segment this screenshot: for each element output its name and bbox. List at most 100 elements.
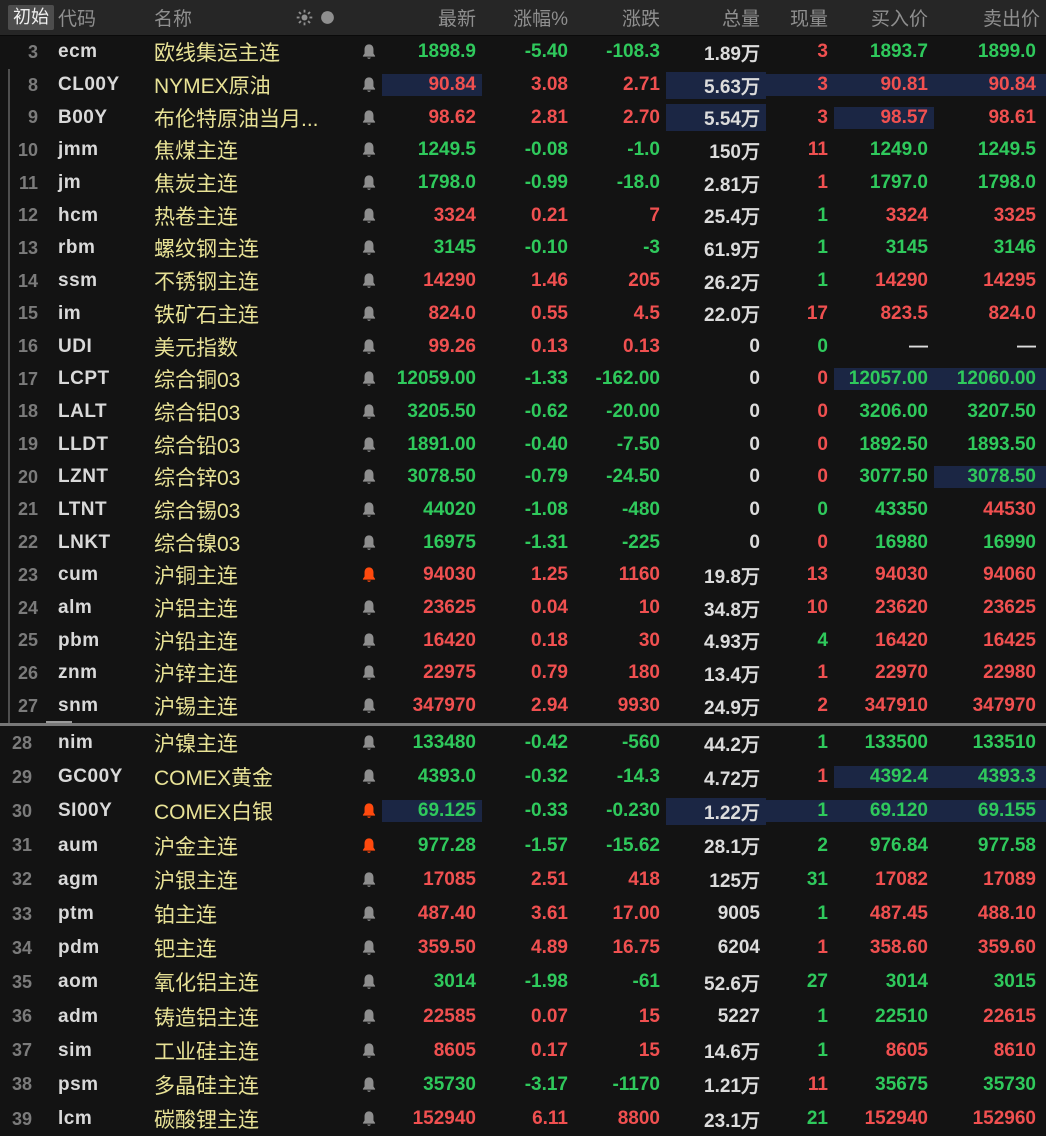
table-row[interactable]: 37 sim 工业硅主连 8605 0.17 15 14.6万 1 8605 8… [0,1034,1046,1068]
table-row[interactable]: 8 CL00Y NYMEX原油 90.84 3.08 2.71 5.63万 3 … [0,69,1046,102]
table-row[interactable]: 32 agm 沪银主连 17085 2.51 418 125万 31 17082… [0,863,1046,897]
table-row[interactable]: 19 LLDT 综合铅03 1891.00 -0.40 -7.50 0 0 18… [0,428,1046,461]
change-value: -0.230 [606,800,660,822]
alert-bell-icon[interactable] [356,207,382,225]
alert-bell-icon[interactable] [356,599,382,617]
alert-bell-icon[interactable] [356,403,382,421]
table-row[interactable]: 22 LNKT 综合镍03 16975 -1.31 -225 0 0 16980… [0,526,1046,559]
alert-bell-icon[interactable] [356,534,382,552]
table-row[interactable]: 24 alm 沪铝主连 23625 0.04 10 34.8万 10 23620… [0,592,1046,625]
alert-bell-icon[interactable] [356,1008,382,1026]
table-row[interactable]: 11 jm 焦炭主连 1798.0 -0.99 -18.0 2.81万 1 17… [0,167,1046,200]
table-row[interactable]: 28 nim 沪镍主连 133480 -0.42 -560 44.2万 1 13… [0,726,1046,760]
change-value: -20.00 [606,400,660,422]
sun-icon[interactable] [296,9,313,26]
table-row[interactable]: 25 pbm 沪铅主连 16420 0.18 30 4.93万 4 16420 … [0,624,1046,657]
alert-bell-icon[interactable] [356,109,382,127]
table-row[interactable]: 29 GC00Y COMEX黄金 4393.0 -0.32 -14.3 4.72… [0,760,1046,794]
table-row[interactable]: 16 UDI 美元指数 99.26 0.13 0.13 0 0 — — [0,330,1046,363]
column-header-initial[interactable]: 初始 [0,4,54,31]
alert-bell-icon[interactable] [356,973,382,991]
ask-price: 94060 [983,564,1036,586]
bid-price: 1249.0 [869,139,928,161]
instrument-name: 综合铜03 [154,369,241,393]
alert-bell-icon[interactable] [356,939,382,957]
alert-bell-icon[interactable] [356,566,382,584]
table-row[interactable]: 10 jmm 焦煤主连 1249.5 -0.08 -1.0 150万 11 12… [0,134,1046,167]
table-row[interactable]: 21 LTNT 综合锡03 44020 -1.08 -480 0 0 43350… [0,494,1046,527]
table-row[interactable]: 27 snm 沪锡主连 347970 2.94 9930 24.9万 2 347… [0,690,1046,723]
table-row[interactable]: 34 pdm 钯主连 359.50 4.89 16.75 6204 1 358.… [0,931,1046,965]
alert-bell-icon[interactable] [356,76,382,94]
table-row[interactable]: 12 hcm 热卷主连 3324 0.21 7 25.4万 1 3324 332… [0,199,1046,232]
table-row[interactable]: 39 lcm 碳酸锂主连 152940 6.11 8800 23.1万 21 1… [0,1102,1046,1136]
alert-bell-icon[interactable] [356,141,382,159]
alert-bell-icon[interactable] [356,632,382,650]
alert-bell-icon[interactable] [356,501,382,519]
alert-bell-icon[interactable] [356,697,382,715]
table-row[interactable]: 30 SI00Y COMEX白银 69.125 -0.33 -0.230 1.2… [0,794,1046,828]
alert-bell-icon[interactable] [356,468,382,486]
table-row[interactable]: 36 adm 铸造铝主连 22585 0.07 15 5227 1 22510 … [0,1000,1046,1034]
alert-bell-icon[interactable] [356,837,382,855]
alert-bell-icon[interactable] [356,802,382,820]
circle-icon[interactable] [319,9,336,26]
alert-bell-icon[interactable] [356,664,382,682]
alert-bell-icon[interactable] [356,272,382,290]
alert-bell-icon[interactable] [356,871,382,889]
column-header-buy[interactable]: 买入价 [834,4,934,31]
ask-price: 488.10 [977,903,1036,925]
alert-bell-icon[interactable] [356,1042,382,1060]
change-percent: -0.32 [524,766,568,788]
change-percent: -1.98 [524,971,568,993]
alert-bell-icon[interactable] [356,905,382,923]
alert-bell-icon[interactable] [356,174,382,192]
alert-bell-icon[interactable] [356,43,382,61]
table-row[interactable]: 35 aom 氧化铝主连 3014 -1.98 -61 52.6万 27 301… [0,965,1046,999]
alert-bell-icon[interactable] [356,1076,382,1094]
column-header-vol[interactable]: 总量 [666,4,766,31]
alert-bell-icon[interactable] [356,338,382,356]
change-percent: -0.79 [524,466,568,488]
table-row[interactable]: 38 psm 多晶硅主连 35730 -3.17 -1170 1.21万 11 … [0,1068,1046,1102]
alert-bell-icon[interactable] [356,1110,382,1128]
change-percent: -0.10 [524,237,568,259]
alert-bell-icon[interactable] [356,239,382,257]
column-header-pct[interactable]: 涨幅% [482,4,574,31]
column-header-code[interactable]: 代码 [44,4,148,31]
pane-scroll-indicator[interactable] [8,69,10,723]
current-volume: 1 [817,204,828,226]
alert-bell-icon[interactable] [356,305,382,323]
table-row[interactable]: 17 LCPT 综合铜03 12059.00 -1.33 -162.00 0 0… [0,363,1046,396]
change-percent: 3.61 [531,903,568,925]
bid-price: 90.81 [834,74,934,97]
table-row[interactable]: 18 LALT 综合铝03 3205.50 -0.62 -20.00 0 0 3… [0,396,1046,429]
total-volume: 5.63万 [666,71,766,99]
table-row[interactable]: 31 aum 沪金主连 977.28 -1.57 -15.62 28.1万 2 … [0,829,1046,863]
table-row[interactable]: 13 rbm 螺纹钢主连 3145 -0.10 -3 61.9万 1 3145 … [0,232,1046,265]
table-row[interactable]: 26 znm 沪锌主连 22975 0.79 180 13.4万 1 22970… [0,657,1046,690]
table-row[interactable]: 15 im 铁矿石主连 824.0 0.55 4.5 22.0万 17 823.… [0,298,1046,331]
table-row[interactable]: 14 ssm 不锈钢主连 14290 1.46 205 26.2万 1 1429… [0,265,1046,298]
table-row[interactable]: 33 ptm 铂主连 487.40 3.61 17.00 9005 1 487.… [0,897,1046,931]
alert-bell-icon[interactable] [356,734,382,752]
table-row[interactable]: 3 ecm 欧线集运主连 1898.9 -5.40 -108.3 1.89万 3… [0,36,1046,69]
instrument-code: aom [58,971,99,993]
column-header-cur[interactable]: 现量 [766,4,834,31]
last-price: 35730 [423,1073,476,1095]
column-header-sell[interactable]: 卖出价 [934,4,1046,31]
alert-bell-icon[interactable] [356,436,382,454]
row-number: 30 [11,800,32,821]
table-row[interactable]: 20 LZNT 综合锌03 3078.50 -0.79 -24.50 0 0 3… [0,461,1046,494]
alert-bell-icon[interactable] [356,768,382,786]
table-row[interactable]: 23 cum 沪铜主连 94030 1.25 1160 19.8万 13 940… [0,559,1046,592]
table-row[interactable]: 9 B00Y 布伦特原油当月... 98.62 2.81 2.70 5.54万 … [0,101,1046,134]
instrument-name: 综合镍03 [154,532,241,556]
total-volume: 2.81万 [704,174,760,196]
change-percent: 0.18 [531,629,568,651]
bid-price: 4392.4 [834,766,934,789]
column-header-name[interactable]: 名称 [148,4,356,31]
column-header-chg[interactable]: 涨跌 [574,4,666,31]
column-header-last[interactable]: 最新 [382,4,482,31]
alert-bell-icon[interactable] [356,370,382,388]
